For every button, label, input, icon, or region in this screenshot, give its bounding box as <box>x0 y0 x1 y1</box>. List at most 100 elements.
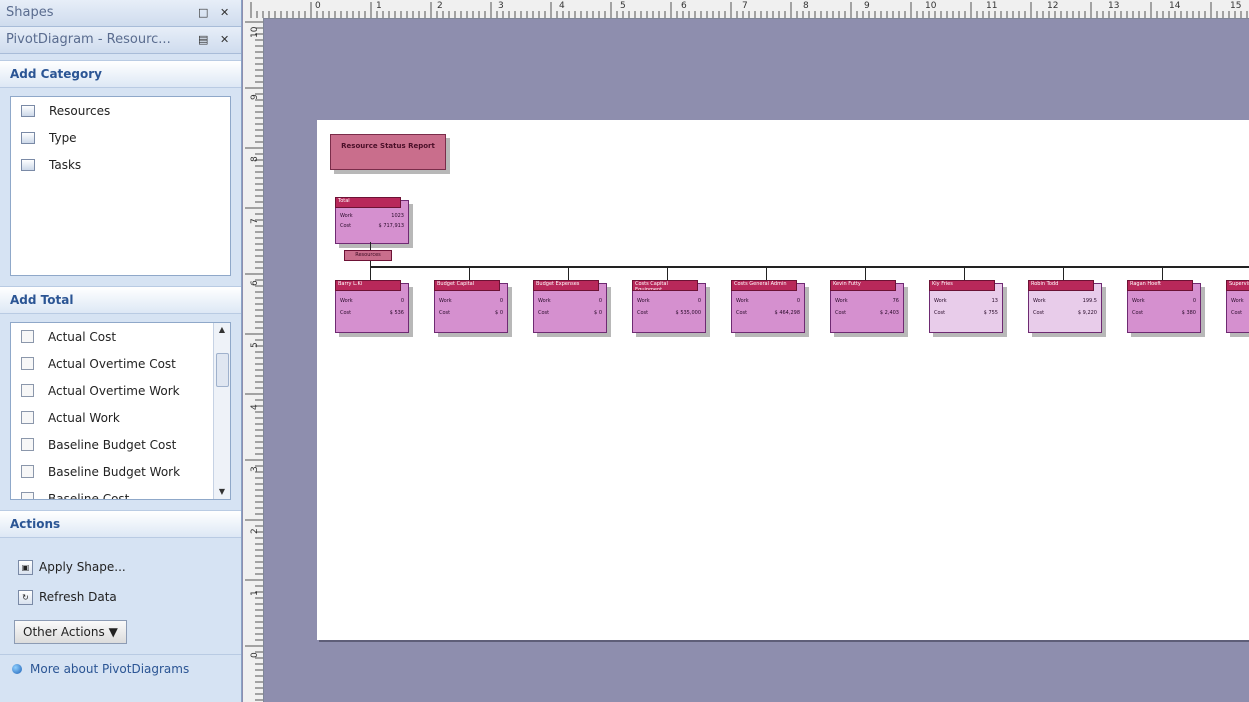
resource-node[interactable]: Budget Expenses Work 0 Cost $ 0 <box>533 280 607 333</box>
close-icon[interactable]: ✕ <box>220 27 229 53</box>
ruler-number: 7 <box>250 218 260 224</box>
node-work-row: Work 0 <box>340 298 404 304</box>
ruler-number: 12 <box>1047 1 1059 11</box>
add-total-scrollbar[interactable]: ▲ ▼ <box>213 323 230 499</box>
shapes-header[interactable]: Shapes □ ✕ <box>0 0 241 27</box>
checkbox[interactable] <box>21 330 34 343</box>
close-icon[interactable]: ✕ <box>220 0 229 26</box>
other-actions-button[interactable]: Other Actions ▼ <box>14 620 127 644</box>
report-title-shape[interactable]: Resource Status Report <box>330 134 446 170</box>
add-total-title: Add Total <box>0 286 241 314</box>
category-item-type[interactable]: Type <box>11 124 230 151</box>
resource-node[interactable]: Kiy Fries Work 13 Cost $ 755 <box>929 280 1003 333</box>
drawing-canvas[interactable]: Resource Status Report Total Work 1023 Co… <box>264 19 1249 702</box>
connector-line <box>370 267 371 281</box>
category-item-resources[interactable]: Resources <box>11 97 230 124</box>
drawing-page[interactable]: Resource Status Report Total Work 1023 Co… <box>317 120 1249 640</box>
scroll-thumb[interactable] <box>216 353 229 387</box>
node-work-row: Work <box>1231 298 1244 304</box>
add-total-list: Actual Cost Actual Overtime Cost Actual … <box>10 322 231 500</box>
scroll-up-icon[interactable]: ▲ <box>214 323 230 337</box>
node-work-row: Work 0 <box>736 298 800 304</box>
ruler-number: 6 <box>681 1 687 11</box>
resource-node[interactable]: Robin Todd Work 199.5 Cost $ 9,220 <box>1028 280 1102 333</box>
total-item[interactable]: Baseline Cost <box>11 485 230 499</box>
node-header: Robin Todd <box>1028 280 1094 291</box>
category-item-tasks[interactable]: Tasks <box>11 151 230 178</box>
category-icon <box>21 104 35 117</box>
ruler-number: 5 <box>620 1 626 11</box>
connector-line <box>370 266 1249 268</box>
ruler-number: 0 <box>315 1 321 11</box>
total-item[interactable]: Actual Overtime Work <box>11 377 230 404</box>
ruler-number: 9 <box>864 1 870 11</box>
resource-node[interactable]: Ragan Hoeft Work 0 Cost $ 380 <box>1127 280 1201 333</box>
ruler-number: 3 <box>250 466 260 472</box>
dock-icon[interactable]: ▤ <box>198 27 208 53</box>
total-item[interactable]: Baseline Budget Cost <box>11 431 230 458</box>
apply-shape-action[interactable]: ▣ Apply Shape... <box>0 552 241 582</box>
resource-node[interactable]: Budget Capital Work 0 Cost $ 0 <box>434 280 508 333</box>
total-item[interactable]: Actual Cost <box>11 323 230 350</box>
add-category-list: Resources Type Tasks <box>10 96 231 276</box>
ruler-number: 13 <box>1108 1 1120 11</box>
node-header: Budget Expenses <box>533 280 599 291</box>
ruler-number: 14 <box>1169 1 1181 11</box>
node-work-row: Work 76 <box>835 298 899 304</box>
node-cost-row: Cost $ 755 <box>934 310 998 316</box>
ruler-number: 7 <box>742 1 748 11</box>
ruler-number: 4 <box>250 404 260 410</box>
checkbox[interactable] <box>21 465 34 478</box>
horizontal-ruler[interactable]: 0 1 2 3 4 5 6 7 8 9 10 11 12 13 14 15 <box>243 0 1249 19</box>
refresh-icon: ↻ <box>18 589 33 605</box>
ruler-number: 10 <box>925 1 937 11</box>
resources-tag[interactable]: Resources <box>344 250 392 261</box>
node-header: Costs General Admin <box>731 280 797 291</box>
resource-node[interactable]: Supervisor Work Cost <box>1226 280 1249 333</box>
vertical-ruler[interactable]: 10 9 8 7 6 5 4 3 2 1 0 <box>243 18 264 702</box>
node-cost-row: Cost $ 535,000 <box>637 310 701 316</box>
ruler-number: 3 <box>498 1 504 11</box>
restore-icon[interactable]: □ <box>198 0 208 26</box>
node-work-row: Work 0 <box>538 298 602 304</box>
ruler-number: 2 <box>250 528 260 534</box>
dropdown-arrow-icon: ▼ <box>108 625 118 639</box>
node-cost-row: Cost $ 0 <box>538 310 602 316</box>
ruler-number: 8 <box>250 156 260 162</box>
total-item[interactable]: Actual Overtime Cost <box>11 350 230 377</box>
pivotdiagram-task-pane: Shapes □ ✕ PivotDiagram - Resourc... ▤ ✕… <box>0 0 242 702</box>
ruler-number: 4 <box>559 1 565 11</box>
total-item[interactable]: Baseline Budget Work <box>11 458 230 485</box>
resource-node[interactable]: Barry L.Ki Work 0 Cost $ 536 <box>335 280 409 333</box>
pivotdiagram-title: PivotDiagram - Resourc... <box>6 32 171 47</box>
refresh-data-action[interactable]: ↻ Refresh Data <box>0 582 241 612</box>
checkbox[interactable] <box>21 357 34 370</box>
ruler-number: 9 <box>250 94 260 100</box>
node-cost-row: Cost $ 380 <box>1132 310 1196 316</box>
checkbox[interactable] <box>21 384 34 397</box>
shapes-title: Shapes <box>6 5 54 20</box>
node-cost-row: Cost $ 717,913 <box>340 223 404 229</box>
resource-node[interactable]: Costs General Admin Work 0 Cost $ 464,298 <box>731 280 805 333</box>
resource-node[interactable]: Costs Capital Equipment Work 0 Cost $ 535,00… <box>632 280 706 333</box>
ruler-number: 10 <box>250 26 260 38</box>
connector-line <box>865 267 866 281</box>
node-header: Supervisor <box>1226 280 1249 291</box>
total-item[interactable]: Actual Work <box>11 404 230 431</box>
node-header: Budget Capital <box>434 280 500 291</box>
ruler-number: 2 <box>437 1 443 11</box>
node-header: Barry L.Ki <box>335 280 401 291</box>
checkbox[interactable] <box>21 438 34 451</box>
node-cost-row: Cost $ 0 <box>439 310 503 316</box>
total-node[interactable]: Total Work 1023 Cost $ 717,913 <box>335 197 409 244</box>
checkbox[interactable] <box>21 492 34 499</box>
node-work-row: Work 1023 <box>340 213 404 219</box>
category-icon <box>21 158 35 171</box>
ruler-number: 1 <box>250 590 260 596</box>
more-about-link[interactable]: More about PivotDiagrams <box>0 654 241 683</box>
resource-node[interactable]: Kevin Futty Work 76 Cost $ 2,403 <box>830 280 904 333</box>
scroll-down-icon[interactable]: ▼ <box>214 485 230 499</box>
checkbox[interactable] <box>21 411 34 424</box>
pivotdiagram-header[interactable]: PivotDiagram - Resourc... ▤ ✕ <box>0 27 241 54</box>
node-cost-row: Cost $ 2,403 <box>835 310 899 316</box>
